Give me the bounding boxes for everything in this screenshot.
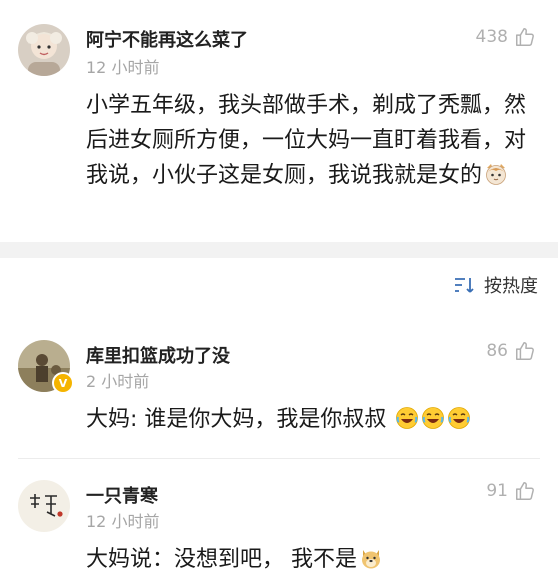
username[interactable]: 库里扣篮成功了没 <box>86 342 230 368</box>
comment-text: 大妈说：没想到吧， 我不是 <box>86 542 534 577</box>
thumbs-up-icon <box>516 342 534 360</box>
avatar-image <box>18 480 70 532</box>
reply-item: 一只青寒 12 小时前 91 大妈说：没想到吧， 我不是 <box>0 470 558 588</box>
timestamp: 12 小时前 <box>86 58 160 77</box>
comment-text: 小学五年级，我头部做手术，剃成了秃瓢，然后进女厕所方便，一位大妈一直盯着我看，对… <box>86 88 534 193</box>
sort-label: 按热度 <box>484 276 538 297</box>
laughing-emoji-icon <box>422 407 445 429</box>
comment-body: 小学五年级，我头部做手术，剃成了秃瓢，然后进女厕所方便，一位大妈一直盯着我看，对… <box>86 93 527 188</box>
comment-text: 大妈: 谁是你大妈，我是你叔叔 <box>86 402 534 437</box>
doge-emoji-icon <box>362 550 380 569</box>
laughing-emoji-icon <box>448 407 471 429</box>
comment-body: 大妈: 谁是你大妈，我是你叔叔 <box>86 407 387 432</box>
thumbs-up-icon <box>516 28 534 46</box>
avatar[interactable] <box>18 480 70 532</box>
like-button[interactable]: 86 <box>486 340 536 362</box>
sort-icon <box>455 278 474 293</box>
username[interactable]: 一只青寒 <box>86 482 158 508</box>
reply-separator <box>18 458 540 459</box>
main-comment: 阿宁不能再这么菜了 12 小时前 438 小学五年级，我头部做手术，剃成了秃瓢，… <box>0 0 558 242</box>
laughing-emoji-icon <box>396 407 419 429</box>
like-count: 438 <box>475 27 508 47</box>
comment-body: 大妈说：没想到吧， 我不是 <box>86 547 357 572</box>
cat-emoji-icon <box>486 164 506 185</box>
sort-by-hot-button[interactable]: 按热度 <box>454 272 538 298</box>
section-divider <box>0 242 558 258</box>
timestamp: 2 小时前 <box>86 372 150 391</box>
laughing-emojis <box>386 407 471 432</box>
like-button[interactable]: 438 <box>476 26 536 48</box>
thumbs-up-icon <box>516 482 534 500</box>
avatar[interactable] <box>18 24 70 76</box>
timestamp: 12 小时前 <box>86 512 160 531</box>
verified-badge-icon: V <box>52 372 74 394</box>
reply-item: V 库里扣篮成功了没 2 小时前 86 大妈: 谁是你大妈，我是你叔叔 <box>0 330 558 455</box>
like-button[interactable]: 91 <box>486 480 536 502</box>
avatar-image <box>18 24 70 76</box>
like-count: 86 <box>486 341 508 361</box>
username[interactable]: 阿宁不能再这么菜了 <box>86 26 248 52</box>
like-count: 91 <box>486 481 508 501</box>
